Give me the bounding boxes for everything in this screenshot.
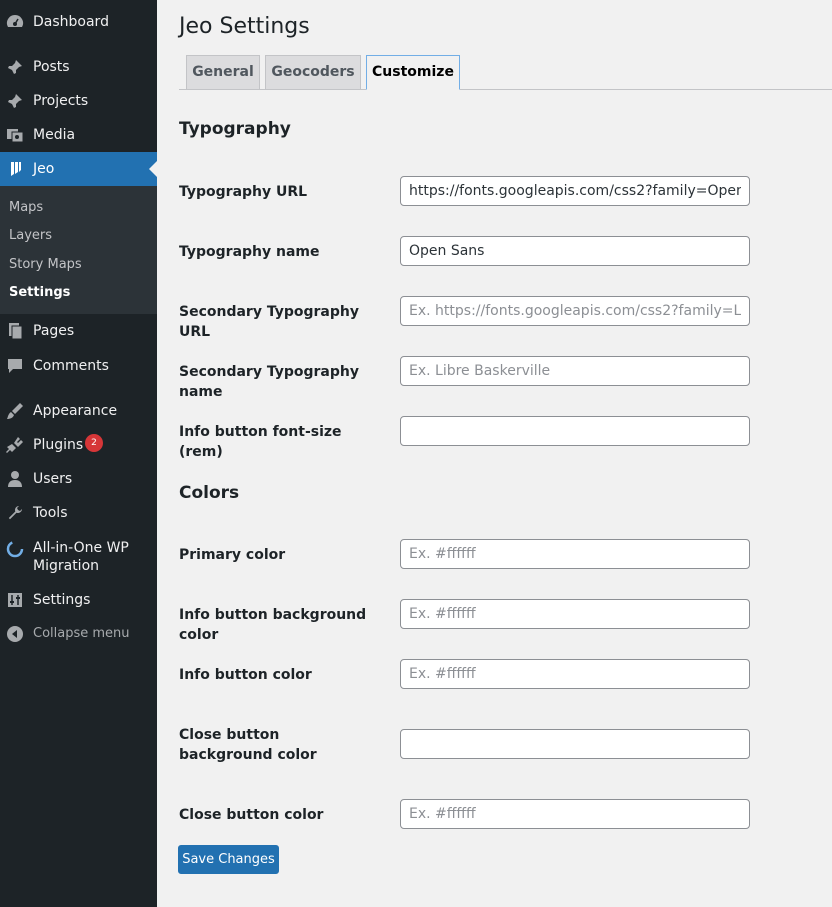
sidebar-item-label: Tools bbox=[33, 505, 68, 521]
sidebar-item-pages[interactable]: Pages bbox=[0, 321, 157, 341]
dashboard-icon bbox=[6, 13, 24, 31]
pages-icon bbox=[6, 322, 24, 340]
secondary-typography-url-label: Secondary Typography URL bbox=[179, 304, 359, 340]
primary-color-input[interactable] bbox=[400, 539, 750, 569]
user-icon bbox=[6, 470, 24, 488]
collapse-menu-button[interactable]: Collapse menu bbox=[0, 624, 157, 644]
submenu-item-maps[interactable]: Maps bbox=[9, 200, 43, 216]
comment-icon bbox=[6, 357, 24, 375]
sidebar-item-label: Comments bbox=[33, 358, 109, 374]
sidebar-item-label: Users bbox=[33, 471, 73, 487]
info-button-background-color-input[interactable] bbox=[400, 599, 750, 629]
sidebar-item-label: Posts bbox=[33, 59, 70, 75]
sidebar-item-media[interactable]: Media bbox=[0, 125, 157, 145]
sidebar-item-label-line2: Migration bbox=[33, 558, 100, 574]
sidebar-item-dashboard[interactable]: Dashboard bbox=[0, 12, 157, 32]
info-button-color-input[interactable] bbox=[400, 659, 750, 689]
secondary-typography-url-input[interactable] bbox=[400, 296, 750, 326]
tab-customize[interactable]: Customize bbox=[366, 55, 460, 90]
admin-sidebar: Dashboard Posts Projects Media Jeo Maps … bbox=[0, 0, 157, 907]
sidebar-item-users[interactable]: Users bbox=[0, 469, 157, 489]
sidebar-item-projects[interactable]: Projects bbox=[0, 91, 157, 111]
sidebar-item-comments[interactable]: Comments bbox=[0, 356, 157, 376]
brush-icon bbox=[6, 402, 24, 420]
sidebar-item-label: Collapse menu bbox=[33, 626, 130, 641]
sidebar-item-label: Plugins bbox=[33, 437, 84, 453]
tab-general[interactable]: General bbox=[186, 55, 260, 90]
close-button-color-label: Close button color bbox=[179, 807, 324, 823]
primary-color-label: Primary color bbox=[179, 547, 286, 563]
submenu-item-settings[interactable]: Settings bbox=[9, 285, 70, 301]
sidebar-item-tools[interactable]: Tools bbox=[0, 503, 157, 523]
migration-icon bbox=[6, 540, 24, 558]
sidebar-item-label: Pages bbox=[33, 323, 75, 339]
close-button-background-color-label: Close button background color bbox=[179, 727, 317, 763]
pin-icon bbox=[6, 92, 24, 110]
collapse-icon bbox=[6, 625, 24, 643]
sidebar-item-label: All-in-One WP bbox=[33, 540, 129, 556]
secondary-typography-name-input[interactable] bbox=[400, 356, 750, 386]
sidebar-item-plugins[interactable]: Plugins 2 bbox=[0, 434, 157, 455]
sidebar-item-label: Dashboard bbox=[33, 14, 109, 30]
colors-heading: Colors bbox=[179, 483, 240, 503]
secondary-typography-name-label: Secondary Typography name bbox=[179, 364, 359, 400]
sidebar-item-posts[interactable]: Posts bbox=[0, 57, 157, 77]
update-count-badge: 2 bbox=[85, 434, 103, 452]
save-changes-button[interactable]: Save Changes bbox=[178, 845, 279, 874]
info-button-font-size-input[interactable] bbox=[400, 416, 750, 446]
typography-name-label: Typography name bbox=[179, 244, 320, 260]
jeo-submenu: Maps Layers Story Maps Settings bbox=[0, 186, 157, 314]
sidebar-item-label: Media bbox=[33, 127, 76, 143]
sidebar-item-all-in-one-wp-migration[interactable]: All-in-One WP Migration bbox=[0, 538, 157, 576]
tabs-divider bbox=[179, 89, 832, 90]
typography-url-label: Typography URL bbox=[179, 184, 308, 200]
sidebar-item-settings[interactable]: Settings bbox=[0, 590, 157, 610]
settings-icon bbox=[6, 591, 24, 609]
tab-geocoders[interactable]: Geocoders bbox=[265, 55, 361, 90]
close-button-background-color-input[interactable] bbox=[400, 729, 750, 759]
typography-name-input[interactable] bbox=[400, 236, 750, 266]
info-button-color-label: Info button color bbox=[179, 667, 312, 683]
close-button-color-input[interactable] bbox=[400, 799, 750, 829]
submenu-item-layers[interactable]: Layers bbox=[9, 228, 52, 244]
typography-url-input[interactable] bbox=[400, 176, 750, 206]
info-button-background-color-label: Info button background color bbox=[179, 607, 367, 643]
pin-icon bbox=[6, 58, 24, 76]
active-indicator bbox=[149, 161, 157, 177]
info-button-font-size-label: Info button font-size (rem) bbox=[179, 424, 342, 460]
typography-heading: Typography bbox=[179, 119, 291, 139]
sidebar-item-label: Appearance bbox=[33, 403, 118, 419]
media-icon bbox=[6, 126, 24, 144]
plugin-icon bbox=[6, 436, 24, 454]
sidebar-item-appearance[interactable]: Appearance bbox=[0, 401, 157, 421]
page-title: Jeo Settings bbox=[179, 14, 310, 39]
submenu-item-story-maps[interactable]: Story Maps bbox=[9, 257, 82, 273]
sidebar-item-label: Projects bbox=[33, 93, 89, 109]
sidebar-item-jeo[interactable]: Jeo bbox=[0, 152, 157, 186]
jeo-icon bbox=[6, 160, 24, 178]
wrench-icon bbox=[6, 504, 24, 522]
sidebar-item-label: Settings bbox=[33, 592, 91, 608]
sidebar-item-label: Jeo bbox=[33, 161, 55, 177]
